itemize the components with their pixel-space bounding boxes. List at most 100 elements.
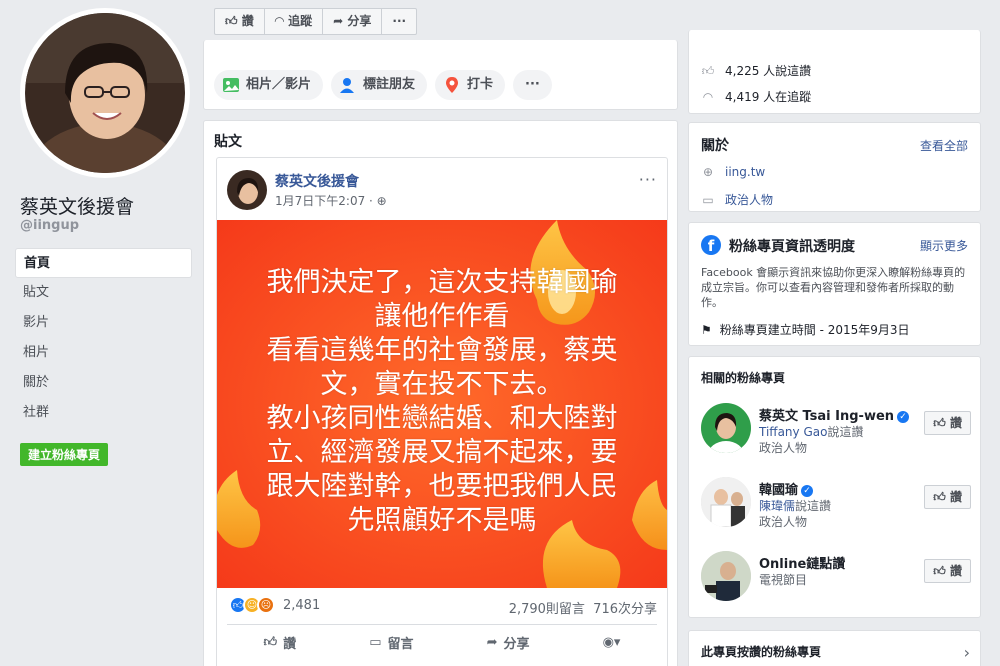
- related-page-liker: 陳瑋儒說這讚: [759, 497, 831, 514]
- composer-more-button[interactable]: ···: [513, 70, 552, 100]
- post-comment-button[interactable]: ▭ 留言: [369, 633, 413, 652]
- globe-icon: ⊕: [376, 194, 387, 208]
- check-in-button[interactable]: 打卡: [435, 70, 506, 100]
- post-like-button[interactable]: 👍︎ 讚: [264, 633, 297, 652]
- thumbs-up-icon: 👍︎: [701, 63, 715, 78]
- chevron-right-icon[interactable]: ›: [964, 643, 970, 662]
- posts-card: 貼文 蔡英文後援會 1月7日下午2:07 · ⊕ ··· 我們決定了，這次支持韓: [203, 120, 678, 666]
- post-author-name[interactable]: 蔡英文後援會: [275, 171, 359, 191]
- nav-item-home[interactable]: 首頁: [15, 248, 192, 278]
- related-page-category: 政治人物: [759, 515, 808, 529]
- related-like-button[interactable]: 👍︎ 讚: [924, 559, 971, 583]
- post-share-button[interactable]: ➦ 分享: [487, 633, 530, 652]
- thumbs-up-icon: 👍︎: [933, 564, 950, 578]
- tag-friends-button[interactable]: 標註朋友: [331, 70, 428, 100]
- website-link[interactable]: iing.tw: [725, 165, 765, 179]
- thumbs-up-icon: 👍︎: [263, 635, 278, 650]
- likes-row: 👍︎ 4,225 人說這讚: [701, 62, 811, 79]
- post-line: 先照顧好不是嗎: [347, 505, 537, 536]
- location-pin-icon: [443, 76, 461, 94]
- post-author-avatar[interactable]: [227, 170, 267, 210]
- facebook-logo-icon: f: [701, 235, 721, 255]
- rss-icon: ◠: [702, 89, 714, 104]
- thumbs-up-icon: 👍︎: [933, 490, 950, 504]
- like-page-button[interactable]: 👍︎ 讚: [215, 9, 265, 34]
- post-image[interactable]: 我們決定了，這次支持韓國瑜 讓他作作看 看看這幾年的社會發展，蔡英 文，實在投不…: [217, 220, 667, 588]
- share-count[interactable]: 716次分享: [593, 602, 657, 617]
- follows-row: ◠ 4,419 人在追蹤: [701, 88, 811, 105]
- related-like-label: 讚: [949, 564, 962, 578]
- website-row: ⊕ iing.tw: [701, 165, 765, 179]
- related-page-avatar[interactable]: [701, 477, 751, 527]
- page-name[interactable]: 蔡英文後援會: [20, 192, 134, 219]
- check-in-label: 打卡: [467, 77, 494, 92]
- nav-item-about[interactable]: 關於: [15, 368, 192, 398]
- post-timestamp[interactable]: 1月7日下午2:07 · ⊕: [275, 192, 387, 209]
- see-all-link[interactable]: 查看全部: [920, 137, 968, 154]
- related-like-button[interactable]: 👍︎ 讚: [924, 411, 971, 435]
- related-page-category: 政治人物: [759, 441, 808, 455]
- show-more-link[interactable]: 顯示更多: [920, 237, 968, 254]
- transparency-title: 粉絲專頁資訊透明度: [729, 239, 855, 255]
- share-arrow-icon: ➦: [486, 635, 498, 650]
- post-time-text: 1月7日下午2:07 ·: [275, 194, 377, 208]
- related-page-avatar[interactable]: [701, 551, 751, 601]
- nav-item-posts[interactable]: 貼文: [15, 278, 192, 308]
- category-link[interactable]: 政治人物: [725, 191, 773, 208]
- nav-item-community[interactable]: 社群: [15, 398, 192, 428]
- related-page-liker: Tiffany Gao說這讚: [759, 423, 863, 440]
- composer-card: 相片／影片 標註朋友 打卡 ···: [203, 40, 678, 110]
- reactions-summary[interactable]: 👍︎ ☺ ☹ 2,481: [229, 596, 320, 614]
- related-like-button[interactable]: 👍︎ 讚: [924, 485, 971, 509]
- like-page-label: 讚: [241, 14, 254, 28]
- related-page-name[interactable]: Online鏈點讚: [759, 553, 845, 572]
- post-like-label: 讚: [283, 637, 297, 652]
- photo-video-button[interactable]: 相片／影片: [214, 70, 324, 100]
- post-line: 看看這幾年的社會發展，蔡英: [266, 335, 618, 366]
- transparency-card: f 粉絲專頁資訊透明度 顯示更多 Facebook 會顯示資訊來協助你更深入瞭解…: [688, 222, 981, 346]
- post-comment-label: 留言: [387, 637, 414, 652]
- liker-name[interactable]: Tiffany Gao: [759, 425, 827, 439]
- related-page-name[interactable]: 韓國瑜 ✓: [759, 479, 814, 498]
- page-handle[interactable]: @iingup: [20, 218, 79, 233]
- share-page-button[interactable]: ➦ 分享: [323, 9, 383, 34]
- post-actions: 👍︎ 讚 ▭ 留言 ➦ 分享 ◉▾: [227, 624, 657, 652]
- liker-name[interactable]: 陳瑋儒: [759, 499, 795, 513]
- page-profile-photo: [25, 13, 185, 173]
- liker-suffix: 說這讚: [795, 499, 832, 513]
- related-page-item: Online鏈點讚 電視節目 👍︎ 讚: [701, 551, 971, 603]
- post: 蔡英文後援會 1月7日下午2:07 · ⊕ ··· 我們決定了，這次支持韓國瑜 …: [216, 157, 668, 666]
- related-pages-card: 相關的粉絲專頁 蔡英文 Tsai Ing-wen ✓ Tiffany Gao說這讚…: [688, 356, 981, 618]
- thumbs-up-icon: 👍︎: [933, 416, 950, 430]
- follow-button[interactable]: ◠ 追蹤: [265, 9, 324, 34]
- likes-count: 4,225 人說這讚: [725, 64, 812, 78]
- liker-suffix: 說這讚: [827, 425, 864, 439]
- about-title: 關於: [701, 138, 729, 154]
- page-avatar[interactable]: [20, 8, 190, 178]
- tag-icon: ▭: [702, 192, 714, 207]
- post-line: 教小孩同性戀結婚、和大陸對: [266, 403, 618, 434]
- verified-badge-icon: ✓: [897, 411, 910, 423]
- nav-item-videos[interactable]: 影片: [15, 308, 192, 338]
- angry-reaction-icon: ☹: [257, 596, 275, 614]
- related-page-category: 電視節目: [759, 573, 808, 587]
- creation-date-row: ⚑ 粉絲專頁建立時間 - 2015年9月3日: [701, 321, 910, 338]
- transparency-description: Facebook 會顯示資訊來協助你更深入瞭解粉絲專頁的成立宗旨。你可以查看內容…: [701, 266, 966, 309]
- tag-person-icon: [339, 76, 357, 94]
- audience-selector[interactable]: ◉▾: [603, 633, 621, 652]
- related-like-label: 讚: [949, 490, 962, 504]
- post-line: 文，實在投不下去。: [320, 369, 564, 400]
- liked-pages-card[interactable]: 此專頁按讚的粉絲專頁 ›: [688, 630, 981, 666]
- nav-item-photos[interactable]: 相片: [15, 338, 192, 368]
- post-options-icon[interactable]: ···: [639, 170, 657, 189]
- create-page-button[interactable]: 建立粉絲專頁: [20, 443, 109, 466]
- related-page-avatar[interactable]: [701, 403, 751, 453]
- related-page-name[interactable]: 蔡英文 Tsai Ing-wen ✓: [759, 405, 910, 424]
- page-action-bar: 👍︎ 讚 ◠ 追蹤 ➦ 分享 ···: [214, 8, 418, 35]
- comment-count[interactable]: 2,790則留言: [509, 602, 585, 617]
- post-share-label: 分享: [503, 637, 530, 652]
- comment-bubble-icon: ▭: [369, 635, 382, 650]
- globe-icon: ⊕: [702, 165, 714, 179]
- more-button[interactable]: ···: [382, 9, 416, 34]
- post-line: 立、經濟發展又搞不起來，要: [266, 437, 618, 468]
